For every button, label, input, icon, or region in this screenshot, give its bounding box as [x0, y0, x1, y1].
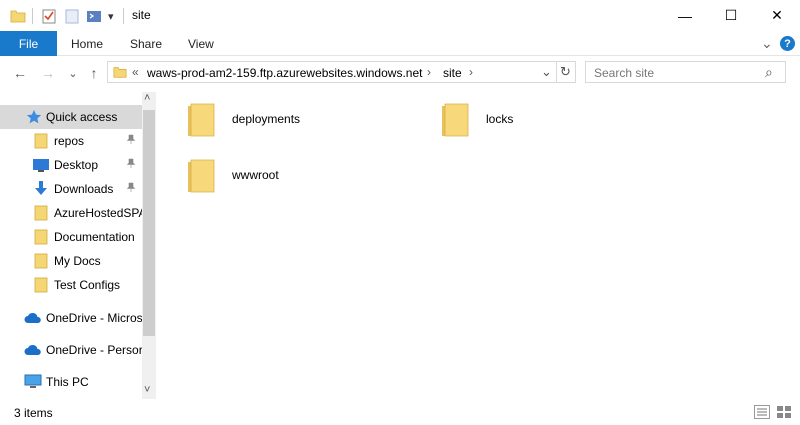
- nav-item-my-docs[interactable]: My Docs: [0, 249, 142, 273]
- close-button[interactable]: ✕: [754, 0, 800, 31]
- pin-icon[interactable]: [126, 134, 136, 147]
- breadcrumb-separator[interactable]: ›: [427, 65, 431, 79]
- scroll-down-icon[interactable]: ˅: [144, 384, 150, 396]
- nav-item-quick-access[interactable]: Quick access: [0, 105, 142, 129]
- window-title: site: [132, 8, 151, 22]
- folder-item-deployments[interactable]: deployments: [186, 100, 386, 148]
- pin-icon[interactable]: [126, 182, 136, 195]
- ribbon: File Home Share View ⌄ ?: [0, 31, 800, 56]
- desktop-icon: [33, 157, 49, 173]
- new-folder-icon[interactable]: [64, 6, 80, 26]
- qat-dropdown-icon[interactable]: ▾: [108, 6, 114, 26]
- minimize-button[interactable]: —: [662, 0, 708, 31]
- pc-icon: [24, 374, 42, 390]
- forward-button[interactable]: →: [39, 64, 57, 82]
- folder-name: locks: [486, 112, 514, 126]
- folder-item-wwwroot[interactable]: wwwroot: [186, 156, 386, 204]
- nav-item-this-pc[interactable]: This PC: [0, 370, 142, 394]
- address-bar[interactable]: « waws-prod-am2-159.ftp.azurewebsites.wi…: [107, 61, 557, 83]
- folder-icon: [34, 277, 50, 293]
- address-dropdown-icon[interactable]: ⌄: [541, 64, 552, 80]
- title-bar: ▾ site — ☐ ✕: [0, 0, 800, 31]
- search-box[interactable]: Search site ⌕: [585, 61, 786, 83]
- folder-icon: [440, 100, 470, 143]
- properties-icon[interactable]: [41, 6, 57, 26]
- breadcrumb-separator[interactable]: ›: [469, 65, 473, 79]
- nav-item-label: Desktop: [54, 158, 99, 172]
- nav-item-documentation[interactable]: Documentation: [0, 225, 142, 249]
- nav-item-label: AzureHostedSPA: [54, 206, 142, 220]
- folder-name: wwwroot: [232, 168, 279, 182]
- folder-icon: [186, 100, 216, 143]
- nav-item-onedrive-personal[interactable]: OneDrive - Persor: [0, 338, 142, 362]
- powershell-icon[interactable]: [86, 6, 102, 26]
- qat-divider: [32, 8, 33, 24]
- folder-icon: [113, 65, 127, 82]
- help-icon[interactable]: ?: [780, 36, 795, 51]
- large-icons-view-icon[interactable]: [776, 405, 792, 419]
- tab-view[interactable]: View: [188, 31, 214, 56]
- cloud-icon: [24, 343, 41, 359]
- tab-home[interactable]: Home: [71, 31, 103, 56]
- nav-item-test-configs[interactable]: Test Configs: [0, 273, 142, 297]
- star-icon: [26, 109, 42, 125]
- nav-item-onedrive-microsoft[interactable]: OneDrive - Micros: [0, 306, 142, 330]
- up-button[interactable]: ↑: [85, 64, 103, 82]
- folder-icon: [34, 253, 50, 269]
- chevron-down-icon[interactable]: ⌄: [761, 31, 773, 56]
- nav-item-label: My Docs: [54, 254, 101, 268]
- folder-name: deployments: [232, 112, 301, 126]
- nav-item-label: Quick access: [46, 110, 118, 124]
- file-list: deployments locks wwwroot: [158, 92, 800, 399]
- folder-item-locks[interactable]: locks: [440, 100, 640, 148]
- title-divider: [123, 8, 124, 24]
- pin-icon[interactable]: [126, 158, 136, 171]
- search-icon[interactable]: ⌕: [765, 64, 773, 81]
- scrollbar-thumb[interactable]: [143, 110, 155, 336]
- nav-item-desktop[interactable]: Desktop: [0, 153, 142, 177]
- tab-file[interactable]: File: [0, 31, 57, 56]
- nav-item-label: Test Configs: [54, 278, 121, 292]
- nav-item-downloads[interactable]: Downloads: [0, 177, 142, 201]
- nav-item-azurehostedspa[interactable]: AzureHostedSPA: [0, 201, 142, 225]
- recent-locations-button[interactable]: ⌄: [64, 64, 82, 82]
- nav-item-label: This PC: [46, 375, 89, 389]
- breadcrumb-host[interactable]: waws-prod-am2-159.ftp.azurewebsites.wind…: [147, 66, 422, 80]
- nav-item-label: OneDrive - Micros: [46, 311, 142, 325]
- details-view-icon[interactable]: [754, 405, 770, 419]
- nav-item-label: OneDrive - Persor: [46, 343, 142, 357]
- nav-item-repos[interactable]: repos: [0, 129, 142, 153]
- scroll-up-icon[interactable]: ˄: [144, 92, 150, 104]
- folder-icon: [186, 156, 216, 199]
- back-button[interactable]: ←: [11, 64, 29, 82]
- folder-icon: [34, 229, 50, 245]
- maximize-button[interactable]: ☐: [708, 0, 754, 31]
- folder-icon: [34, 133, 50, 149]
- nav-item-label: Documentation: [54, 230, 135, 244]
- nav-item-label: repos: [54, 134, 85, 148]
- tab-share[interactable]: Share: [130, 31, 162, 56]
- navigation-pane: Quick access repos Desktop Downloads Azu…: [0, 92, 158, 399]
- cloud-icon: [24, 311, 41, 327]
- address-overflow[interactable]: «: [132, 65, 139, 79]
- status-bar: 3 items: [0, 400, 800, 425]
- folder-icon: [34, 205, 50, 221]
- download-icon: [33, 181, 49, 197]
- breadcrumb-site[interactable]: site: [443, 66, 462, 80]
- nav-pane-scrollbar[interactable]: ˄ ˅: [142, 92, 156, 399]
- item-count: 3 items: [14, 406, 53, 420]
- search-input[interactable]: Search site: [594, 66, 654, 80]
- folder-icon: [10, 6, 26, 26]
- nav-item-label: Downloads: [54, 182, 114, 196]
- refresh-button[interactable]: ↻: [556, 61, 576, 83]
